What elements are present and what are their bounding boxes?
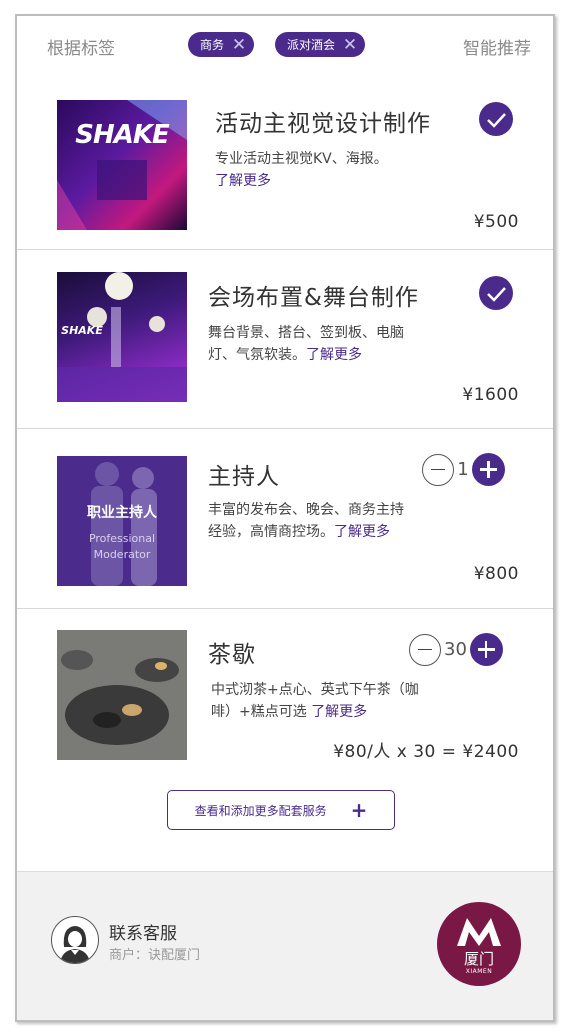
- venue-photo-image: [57, 272, 187, 402]
- service-thumbnail: [57, 630, 187, 760]
- service-description-line2-text: 经验，高情商控场。: [208, 524, 334, 540]
- service-card-tea-break: 茶歇 中式沏茶+点心、英式下午茶（咖 啡）+糕点可选 了解更多 30 ¥80/人…: [17, 609, 553, 779]
- plus-icon: +: [350, 798, 368, 822]
- learn-more-link[interactable]: 了解更多: [311, 704, 367, 720]
- service-description-line2: 啡）+糕点可选 了解更多: [211, 701, 367, 723]
- support-footer: 联系客服 商户：诀配厦门 厦门 XIAMEN: [17, 871, 553, 1020]
- host-thumb-en2: Moderator: [93, 548, 151, 561]
- service-title: 会场布置&舞台制作: [208, 285, 419, 311]
- service-description-line1: 丰富的发布会、晚会、商务主持: [208, 502, 404, 518]
- remove-tag-icon[interactable]: ✕: [335, 35, 365, 55]
- contact-support-title[interactable]: 联系客服: [109, 919, 177, 944]
- service-title: 主持人: [208, 464, 280, 490]
- learn-more-link[interactable]: 了解更多: [306, 347, 362, 363]
- service-thumbnail: 职业主持人 Professional Moderator: [57, 456, 187, 586]
- service-card-host: 职业主持人 Professional Moderator 主持人 丰富的发布会、…: [17, 429, 553, 609]
- host-thumb-en1: Professional: [88, 532, 156, 545]
- learn-more-link[interactable]: 了解更多: [334, 524, 390, 540]
- app-frame: 根据标签 商务 ✕ 派对酒会 ✕ 智能推荐 SHAKE 活动主视觉设计制作 专业…: [15, 14, 555, 1022]
- service-description-line1: 中式沏茶+点心、英式下午茶（咖: [211, 682, 419, 698]
- quantity-value: 30: [444, 639, 467, 660]
- quantity-stepper: 30: [409, 633, 503, 666]
- learn-more-link[interactable]: 了解更多: [215, 170, 271, 192]
- tag-label: 商务: [200, 38, 225, 52]
- minus-icon[interactable]: [422, 453, 454, 486]
- service-price: ¥500: [473, 212, 519, 232]
- service-title: 茶歇: [208, 642, 256, 668]
- remove-tag-icon[interactable]: ✕: [224, 35, 254, 55]
- service-price-total: ¥80/人 x 30 = ¥2400: [333, 742, 519, 762]
- service-thumbnail: SHAKE: [57, 272, 187, 402]
- logo-city-en-text: XIAMEN: [465, 968, 493, 975]
- service-description-line2: 灯、气氛软装。了解更多: [208, 344, 362, 366]
- service-price: ¥800: [473, 564, 519, 584]
- service-description: 专业活动主视觉KV、海报。: [215, 151, 388, 167]
- smart-recommend-label[interactable]: 智能推荐: [463, 34, 531, 59]
- plus-icon[interactable]: [472, 453, 505, 486]
- tag-chip-business[interactable]: 商务 ✕: [188, 32, 255, 57]
- minus-icon[interactable]: [409, 633, 441, 666]
- service-card-kv-design: SHAKE 活动主视觉设计制作 专业活动主视觉KV、海报。 了解更多 ¥500: [17, 78, 553, 250]
- service-price: ¥1600: [462, 385, 519, 405]
- merchant-label: 商户：诀配厦门: [109, 948, 201, 963]
- selected-check-icon[interactable]: [479, 102, 513, 136]
- service-title: 活动主视觉设计制作: [215, 111, 431, 137]
- service-description-line2-text: 啡）+糕点可选: [211, 704, 307, 720]
- service-description-line1: 舞台背景、搭台、签到板、电脑: [208, 325, 404, 341]
- filter-by-tag-label[interactable]: 根据标签: [47, 34, 115, 59]
- add-more-label: 查看和添加更多配套服务: [194, 803, 327, 818]
- tag-label: 派对酒会: [287, 38, 336, 52]
- selected-check-icon[interactable]: [479, 276, 513, 310]
- host-thumb-title: 职业主持人: [87, 505, 157, 521]
- poster-logo-text: SHAKE: [61, 324, 103, 337]
- logo-city-text: 厦门: [463, 950, 494, 968]
- service-description-line2: 经验，高情商控场。了解更多: [208, 521, 390, 543]
- add-more-services-button[interactable]: 查看和添加更多配套服务 +: [167, 790, 395, 830]
- service-thumbnail: SHAKE: [57, 100, 187, 230]
- tag-chip-party[interactable]: 派对酒会 ✕: [275, 32, 366, 57]
- tea-break-photo-image: [57, 630, 187, 760]
- tag-filter-bar: 根据标签 商务 ✕ 派对酒会 ✕ 智能推荐: [17, 16, 553, 78]
- xiamen-logo[interactable]: 厦门 XIAMEN: [437, 902, 521, 986]
- quantity-stepper: 1: [422, 453, 505, 486]
- support-avatar-icon[interactable]: [51, 916, 99, 964]
- service-description-line2-text: 灯、气氛软装。: [208, 347, 306, 363]
- poster-logo-text: SHAKE: [75, 120, 170, 150]
- plus-icon[interactable]: [469, 633, 503, 666]
- quantity-value: 1: [457, 459, 469, 480]
- service-card-venue-stage: SHAKE 会场布置&舞台制作 舞台背景、搭台、签到板、电脑 灯、气氛软装。了解…: [17, 250, 553, 429]
